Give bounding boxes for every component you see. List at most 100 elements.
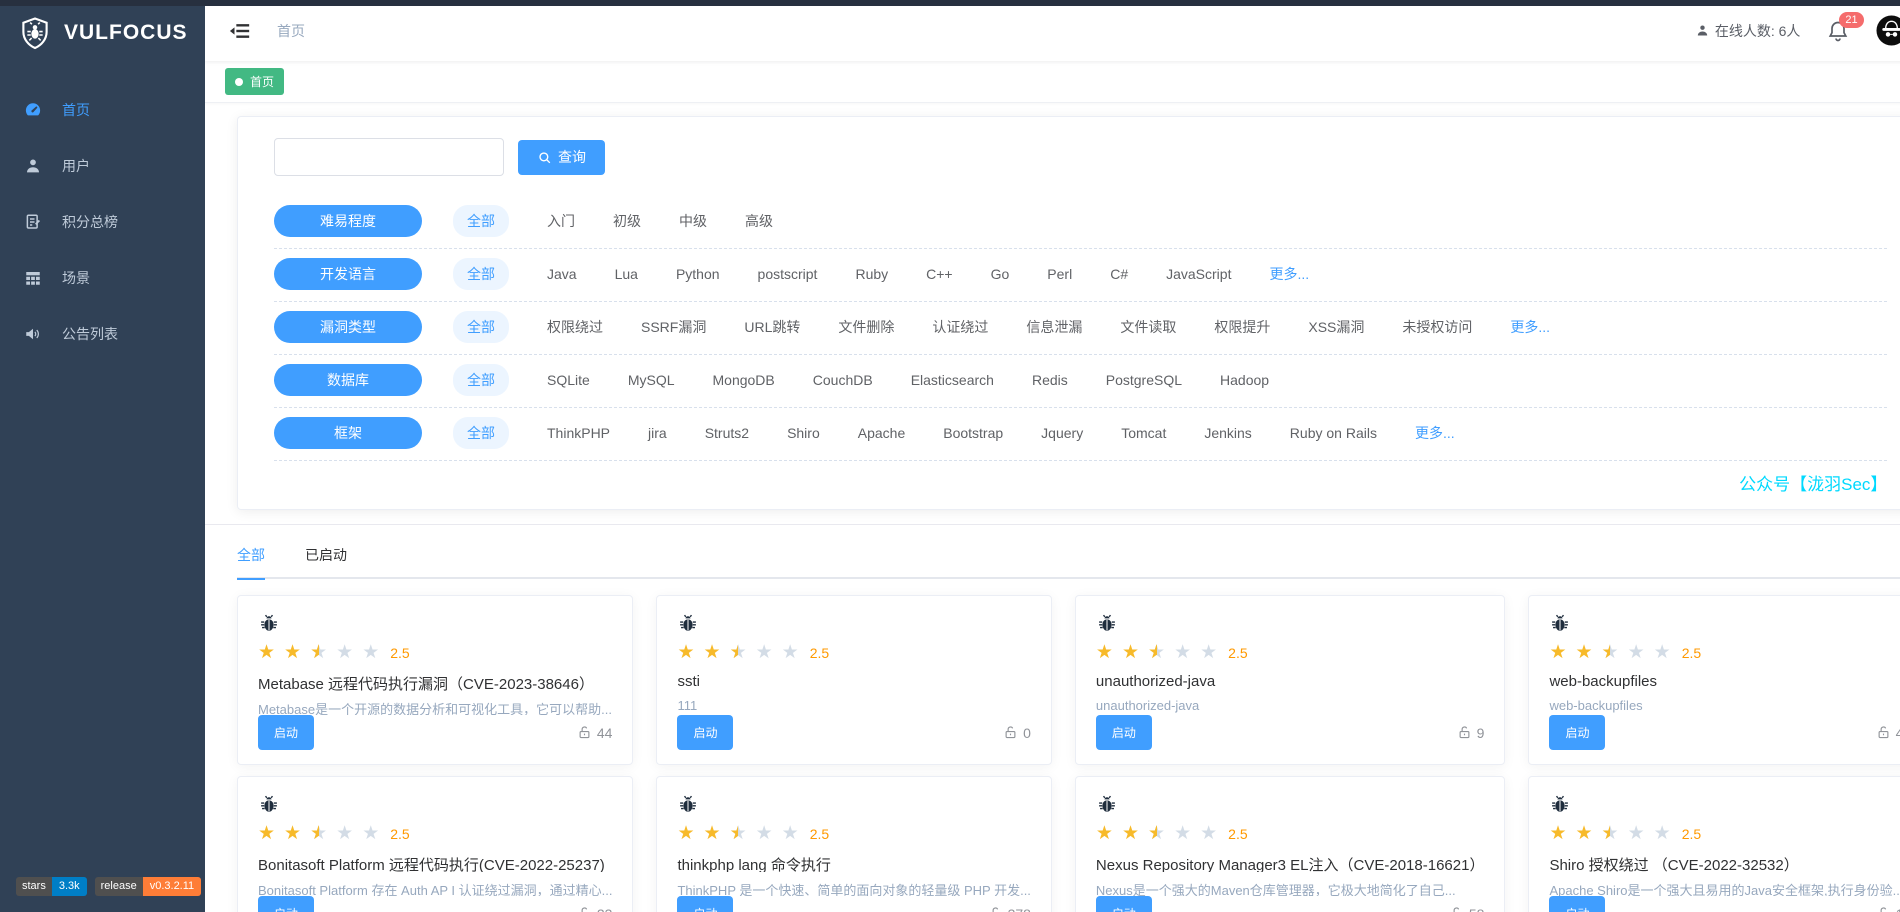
filter-option[interactable]: Hadoop bbox=[1220, 372, 1269, 388]
sidebar-item-announcements[interactable]: 公告列表 bbox=[0, 306, 205, 362]
notification-bell[interactable]: 21 bbox=[1826, 19, 1850, 43]
filter-option[interactable]: Apache bbox=[858, 425, 905, 441]
filter-option[interactable]: Shiro bbox=[787, 425, 820, 441]
card-title[interactable]: Bonitasoft Platform 远程代码执行(CVE-2022-2523… bbox=[258, 854, 612, 872]
filter-option[interactable]: SSRF漏洞 bbox=[641, 317, 706, 337]
filter-option[interactable]: PostgreSQL bbox=[1106, 372, 1182, 388]
filter-option[interactable]: SQLite bbox=[547, 372, 590, 388]
filter-option[interactable]: Go bbox=[991, 266, 1010, 282]
sidebar-item-home[interactable]: 首页 bbox=[0, 82, 205, 138]
user-menu[interactable] bbox=[1876, 15, 1900, 46]
filter-option[interactable]: jira bbox=[648, 425, 667, 441]
star-rating[interactable]: ★★★★★★2.5 bbox=[258, 643, 612, 662]
filter-option[interactable]: 中级 bbox=[679, 211, 707, 231]
filter-option[interactable]: Elasticsearch bbox=[911, 372, 994, 388]
filter-category-pill[interactable]: 开发语言 bbox=[274, 258, 422, 290]
tab-all[interactable]: 全部 bbox=[237, 545, 265, 580]
stars-badge[interactable]: stars 3.3k bbox=[16, 877, 87, 896]
filter-option[interactable]: Redis bbox=[1032, 372, 1068, 388]
filter-option[interactable]: postscript bbox=[758, 266, 818, 282]
release-badge[interactable]: release v0.3.2.11 bbox=[95, 877, 202, 896]
filter-option[interactable]: C++ bbox=[926, 266, 952, 282]
filter-option[interactable]: 初级 bbox=[613, 211, 641, 231]
card-title[interactable]: Shiro 授权绕过 （CVE-2022-32532） bbox=[1549, 854, 1900, 872]
filter-option[interactable]: Perl bbox=[1047, 266, 1072, 282]
filter-option[interactable]: 未授权访问 bbox=[1402, 317, 1472, 337]
filter-option[interactable]: Lua bbox=[615, 266, 638, 282]
star-rating[interactable]: ★★★★★★2.5 bbox=[1096, 643, 1485, 662]
card-title[interactable]: unauthorized-java bbox=[1096, 673, 1485, 690]
filter-option[interactable]: XSS漏洞 bbox=[1308, 317, 1364, 337]
app-logo[interactable]: VULFOCUS bbox=[0, 0, 205, 66]
sidebar-item-leaderboard[interactable]: 积分总榜 bbox=[0, 194, 205, 250]
filter-option[interactable]: 全部 bbox=[453, 364, 509, 396]
filter-option[interactable]: MySQL bbox=[628, 372, 675, 388]
card-title[interactable]: ssti bbox=[677, 673, 1030, 690]
filter-category-pill[interactable]: 漏洞类型 bbox=[274, 311, 422, 343]
filter-option[interactable]: Ruby on Rails bbox=[1290, 425, 1377, 441]
sidebar-item-users[interactable]: 用户 bbox=[0, 138, 205, 194]
start-button[interactable]: 启动 bbox=[1549, 896, 1605, 912]
card-title[interactable]: web-backupfiles bbox=[1549, 673, 1900, 690]
filter-category-pill[interactable]: 框架 bbox=[274, 417, 422, 449]
filter-option[interactable]: 全部 bbox=[453, 417, 509, 449]
star-empty-icon: ★ bbox=[362, 643, 379, 662]
filter-option[interactable]: Jenkins bbox=[1204, 425, 1251, 441]
tag-home[interactable]: 首页 bbox=[225, 68, 284, 95]
breadcrumb[interactable]: 首页 bbox=[277, 21, 305, 41]
start-button[interactable]: 启动 bbox=[258, 715, 314, 750]
sidebar-item-scenes[interactable]: 场景 bbox=[0, 250, 205, 306]
filter-option[interactable]: 入门 bbox=[547, 211, 575, 231]
start-button[interactable]: 启动 bbox=[677, 715, 733, 750]
start-button[interactable]: 启动 bbox=[1096, 715, 1152, 750]
filter-category-pill[interactable]: 数据库 bbox=[274, 364, 422, 396]
filter-more-link[interactable]: 更多... bbox=[1269, 264, 1309, 284]
filter-option[interactable]: 全部 bbox=[453, 311, 509, 343]
filter-option[interactable]: Tomcat bbox=[1121, 425, 1166, 441]
star-rating[interactable]: ★★★★★★2.5 bbox=[258, 824, 612, 843]
filter-more-link[interactable]: 更多... bbox=[1510, 317, 1550, 337]
star-rating[interactable]: ★★★★★★2.5 bbox=[677, 643, 1030, 662]
filter-option[interactable]: CouchDB bbox=[813, 372, 873, 388]
filter-category-pill[interactable]: 难易程度 bbox=[274, 205, 422, 237]
filter-option[interactable]: Java bbox=[547, 266, 577, 282]
promo-text: 公众号【泷羽Sec】 bbox=[274, 461, 1887, 503]
card-title[interactable]: Nexus Repository Manager3 EL注入（CVE-2018-… bbox=[1096, 854, 1485, 872]
filter-option[interactable]: 认证绕过 bbox=[932, 317, 988, 337]
search-button-label: 查询 bbox=[558, 147, 586, 167]
start-button[interactable]: 启动 bbox=[677, 896, 733, 912]
filter-option[interactable]: Jquery bbox=[1041, 425, 1083, 441]
filter-option[interactable]: Struts2 bbox=[705, 425, 749, 441]
filter-option[interactable]: 权限绕过 bbox=[547, 317, 603, 337]
card-title[interactable]: thinkphp lang 命令执行 bbox=[677, 854, 1030, 872]
filter-more-link[interactable]: 更多... bbox=[1415, 423, 1455, 443]
search-input[interactable] bbox=[274, 138, 504, 176]
filter-option[interactable]: 高级 bbox=[745, 211, 773, 231]
start-button[interactable]: 启动 bbox=[1096, 896, 1152, 912]
tab-started[interactable]: 已启动 bbox=[305, 545, 347, 578]
filter-option[interactable]: Python bbox=[676, 266, 720, 282]
filter-option[interactable]: 文件删除 bbox=[838, 317, 894, 337]
star-rating[interactable]: ★★★★★★2.5 bbox=[1549, 643, 1900, 662]
filter-option[interactable]: Ruby bbox=[855, 266, 888, 282]
filter-option[interactable]: Bootstrap bbox=[943, 425, 1003, 441]
star-rating[interactable]: ★★★★★★2.5 bbox=[1549, 824, 1900, 843]
start-button[interactable]: 启动 bbox=[1549, 715, 1605, 750]
search-button[interactable]: 查询 bbox=[518, 140, 605, 175]
filter-option[interactable]: 全部 bbox=[453, 258, 509, 290]
sidebar-collapse-icon[interactable] bbox=[229, 20, 251, 42]
star-rating[interactable]: ★★★★★★2.5 bbox=[1096, 824, 1485, 843]
star-rating[interactable]: ★★★★★★2.5 bbox=[677, 824, 1030, 843]
filter-option[interactable]: 文件读取 bbox=[1120, 317, 1176, 337]
filter-option[interactable]: 全部 bbox=[453, 205, 509, 237]
filter-option[interactable]: ThinkPHP bbox=[547, 425, 610, 441]
start-button[interactable]: 启动 bbox=[258, 896, 314, 912]
bug-icon bbox=[258, 612, 280, 634]
filter-option[interactable]: URL跳转 bbox=[744, 317, 800, 337]
filter-option[interactable]: 信息泄漏 bbox=[1026, 317, 1082, 337]
filter-option[interactable]: MongoDB bbox=[713, 372, 775, 388]
filter-option[interactable]: JavaScript bbox=[1166, 266, 1231, 282]
filter-option[interactable]: C# bbox=[1110, 266, 1128, 282]
card-title[interactable]: Metabase 远程代码执行漏洞（CVE-2023-38646） bbox=[258, 673, 612, 691]
filter-option[interactable]: 权限提升 bbox=[1214, 317, 1270, 337]
